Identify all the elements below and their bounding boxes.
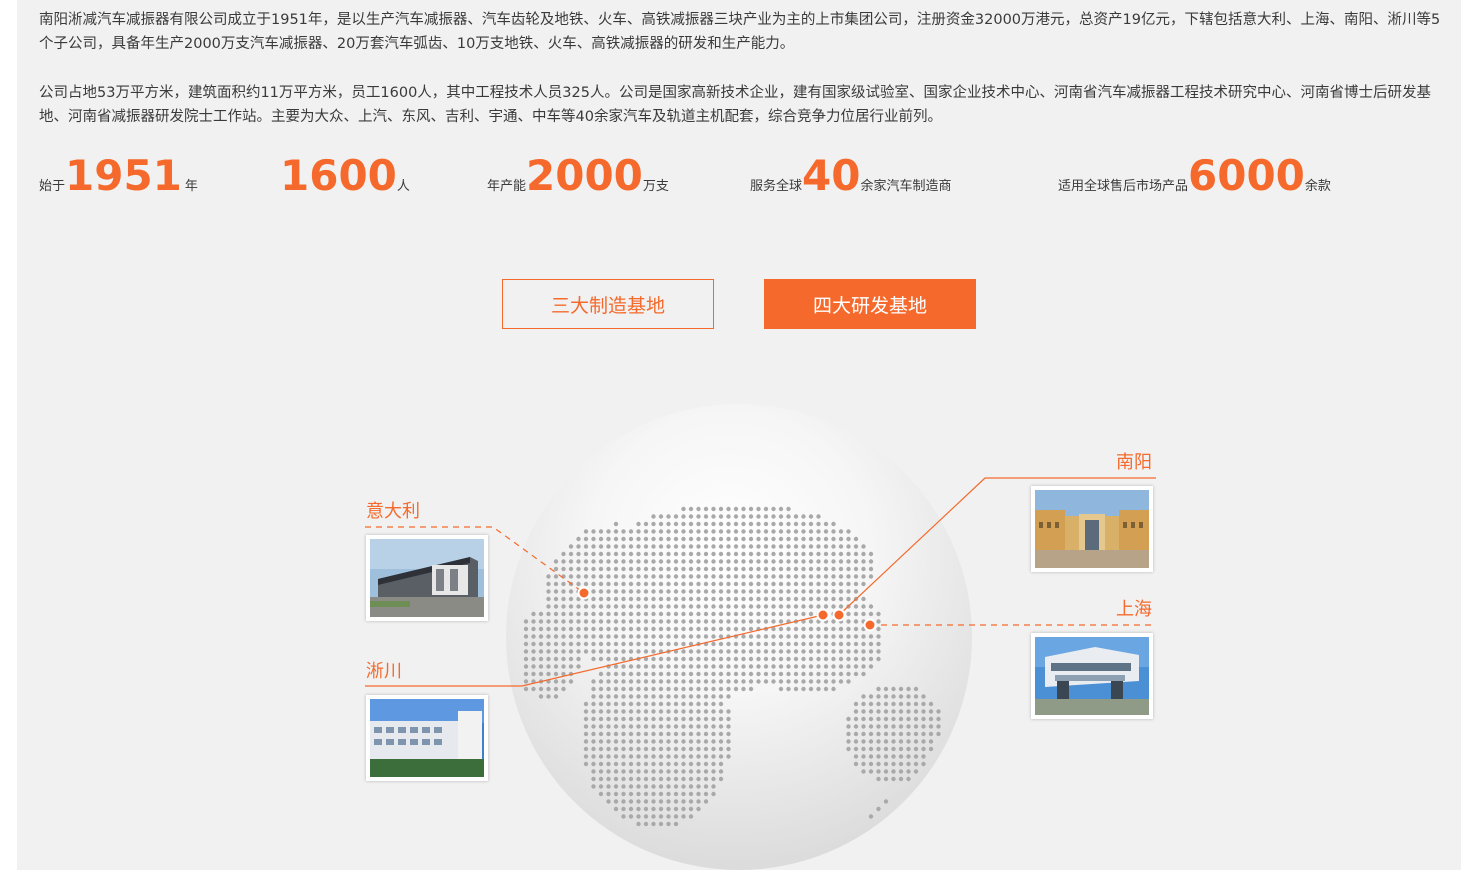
location-label-xichuan: 淅川 (366, 661, 402, 682)
stat-employees: 1600 人 (280, 155, 410, 197)
stat-prefix: 服务全球 (750, 179, 803, 194)
tab-manufacturing-bases[interactable]: 三大制造基地 (502, 279, 714, 329)
stat-suffix: 余款 (1304, 179, 1331, 194)
stat-suffix: 年 (184, 179, 198, 194)
stat-number: 40 (802, 151, 861, 200)
shanghai-base-photo[interactable] (1031, 633, 1153, 719)
content-panel: 南阳淅减汽车减振器有限公司成立于1951年，是以生产汽车减振器、汽车齿轮及地铁、… (17, 0, 1461, 870)
stat-number: 6000 (1188, 151, 1305, 200)
stat-capacity: 年产能 2000 万支 (487, 155, 669, 197)
factory-image (370, 539, 484, 617)
factory-image (1035, 637, 1149, 715)
stat-number: 2000 (526, 151, 643, 200)
stat-prefix: 始于 (39, 179, 66, 194)
factory-image (370, 699, 484, 777)
xichuan-base-photo[interactable] (366, 695, 488, 781)
world-globe (506, 404, 972, 870)
stat-customers: 服务全球 40 余家汽车制造商 (750, 155, 951, 197)
location-label-shanghai: 上海 (1116, 599, 1152, 620)
stat-prefix: 适用全球售后市场产品 (1058, 179, 1189, 194)
company-intro: 南阳淅减汽车减振器有限公司成立于1951年，是以生产汽车减振器、汽车齿轮及地铁、… (39, 8, 1449, 154)
location-label-nanyang: 南阳 (1116, 452, 1152, 473)
tab-research-bases[interactable]: 四大研发基地 (764, 279, 976, 329)
factory-image (1035, 490, 1149, 568)
world-dot-map (523, 506, 941, 827)
location-label-italy: 意大利 (366, 501, 420, 522)
stat-number: 1951 (65, 151, 182, 200)
stat-prefix: 年产能 (487, 179, 527, 194)
nanyang-base-photo[interactable] (1031, 486, 1153, 572)
stat-suffix: 万支 (642, 179, 669, 194)
stat-number: 1600 (280, 151, 397, 200)
stat-suffix: 余家汽车制造商 (860, 179, 952, 194)
intro-paragraph-1: 南阳淅减汽车减振器有限公司成立于1951年，是以生产汽车减振器、汽车齿轮及地铁、… (39, 12, 1441, 52)
italy-base-photo[interactable] (366, 535, 488, 621)
stat-suffix: 人 (396, 179, 410, 194)
stat-founded: 始于 1951 年 (39, 155, 198, 197)
stat-products: 适用全球售后市场产品 6000 余款 (1058, 155, 1331, 197)
intro-paragraph-2: 公司占地53万平方米，建筑面积约11万平方米，员工1600人，其中工程技术人员3… (39, 85, 1431, 125)
